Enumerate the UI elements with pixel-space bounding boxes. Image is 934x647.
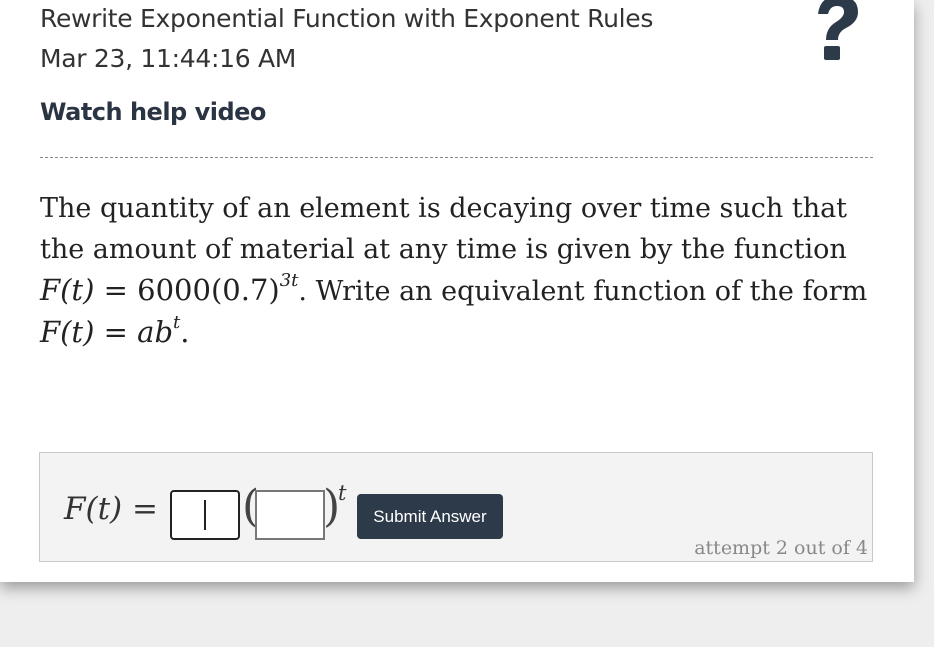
timestamp: Mar 23, 11:44:16 AM <box>40 44 297 73</box>
answer-input-a[interactable] <box>170 490 240 540</box>
problem-title: Rewrite Exponential Function with Expone… <box>40 4 654 33</box>
answer-exponent: t <box>338 481 347 505</box>
question-text: The quantity of an element is decaying o… <box>40 188 870 354</box>
question-instruction: . Write an equivalent function of the fo… <box>298 276 868 307</box>
answer-label: F(t) = <box>64 491 158 527</box>
given-function: F(t) = 6000(0.7)3t <box>40 270 299 308</box>
answer-input-b[interactable] <box>255 490 325 540</box>
text-caret <box>204 500 206 530</box>
attempt-counter: attempt 2 out of 4 <box>694 537 868 559</box>
question-mark-icon[interactable] <box>806 0 866 62</box>
answer-area: F(t) = ( ) t Submit Answer attempt 2 out… <box>39 452 873 562</box>
section-divider <box>40 157 873 158</box>
target-form: F(t) = abt. <box>40 312 190 350</box>
problem-card: Rewrite Exponential Function with Expone… <box>0 0 914 582</box>
submit-answer-button[interactable]: Submit Answer <box>357 494 503 539</box>
question-intro: The quantity of an element is decaying o… <box>40 193 848 265</box>
watch-help-video-link[interactable]: Watch help video <box>40 98 266 126</box>
